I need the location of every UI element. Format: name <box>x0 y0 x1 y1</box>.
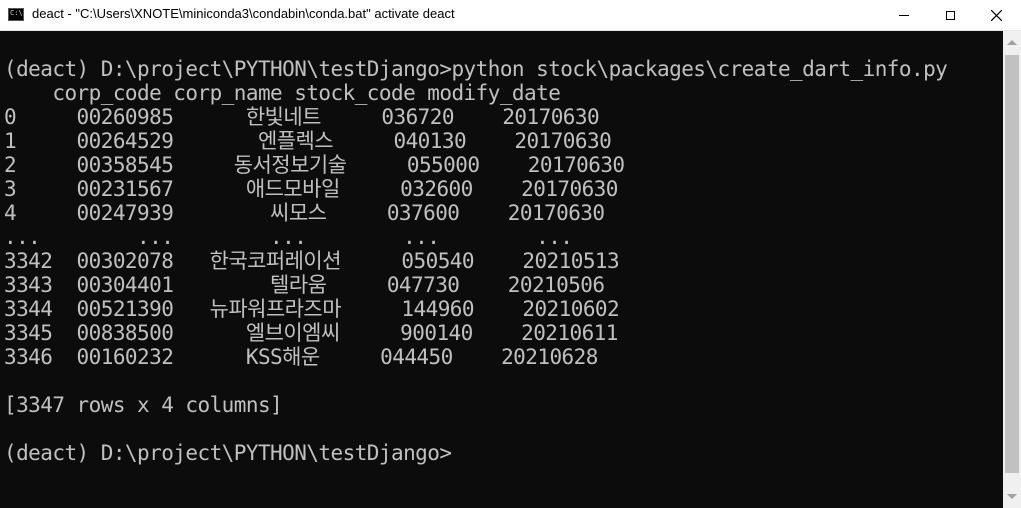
scrollbar-thumb[interactable] <box>1005 55 1019 473</box>
console-line: corp_code corp_name stock_code modify_da… <box>4 81 561 105</box>
console-prompt: (deact) D:\project\PYTHON\testDjango> <box>4 441 452 465</box>
minimize-button[interactable] <box>881 0 927 31</box>
console-line: 1 00264529 엔플렉스 040130 20170630 <box>4 129 612 153</box>
minimize-icon <box>899 15 909 16</box>
maximize-button[interactable] <box>927 0 973 31</box>
window-title: deact - "C:\Users\XNOTE\miniconda3\conda… <box>32 6 455 21</box>
console-line: 2 00358545 동서정보기술 055000 20170630 <box>4 153 625 177</box>
console-line: 3346 00160232 KSS해운 044450 20210628 <box>4 345 598 369</box>
vertical-scrollbar[interactable] <box>1003 31 1021 508</box>
console-line: ... ... ... ... ... <box>4 225 573 249</box>
console-line: 0 00260985 한빛네트 036720 20170630 <box>4 105 600 129</box>
close-button[interactable] <box>973 0 1019 31</box>
console-line: 4 00247939 씨모스 037600 20170630 <box>4 201 605 225</box>
scroll-down-icon[interactable] <box>1007 494 1017 499</box>
console-output[interactable]: (deact) D:\project\PYTHON\testDjango>pyt… <box>0 31 1003 508</box>
console-line: 3345 00838500 엘브이엠씨 900140 20210611 <box>4 321 618 345</box>
console-line: 3 00231567 애드모바일 032600 20170630 <box>4 177 618 201</box>
maximize-icon <box>945 11 955 20</box>
console-line: 3343 00304401 텔라움 047730 20210506 <box>4 273 605 297</box>
close-icon <box>990 10 1002 21</box>
console-line: 3344 00521390 뉴파워프라즈마 144960 20210602 <box>4 297 620 321</box>
title-bar: deact - "C:\Users\XNOTE\miniconda3\conda… <box>0 0 1021 31</box>
cmd-icon[interactable] <box>8 8 24 21</box>
scroll-up-icon[interactable] <box>1007 40 1017 45</box>
console-line: (deact) D:\project\PYTHON\testDjango>pyt… <box>4 57 948 81</box>
console-line: 3342 00302078 한국코퍼레이션 050540 20210513 <box>4 249 620 273</box>
console-line: [3347 rows x 4 columns] <box>4 393 283 417</box>
